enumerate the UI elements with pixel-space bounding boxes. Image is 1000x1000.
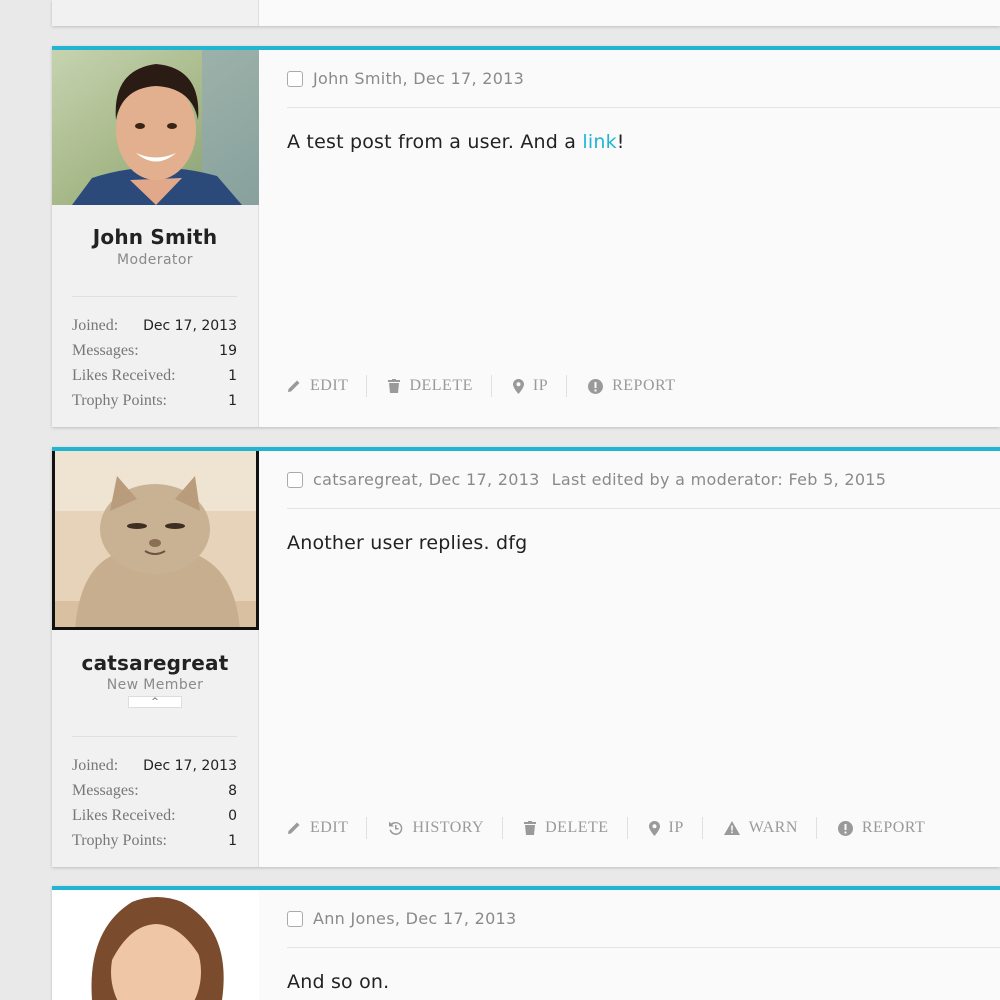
message-content: catsaregreat, Dec 17, 2013 Last edited b… (259, 451, 1000, 867)
user-title: Moderator (117, 252, 193, 268)
stat-label: Trophy Points: (72, 831, 167, 849)
map-marker-icon (648, 820, 660, 836)
post-author-date[interactable]: catsaregreat, Dec 17, 2013 (313, 470, 540, 489)
history-icon (389, 821, 403, 835)
warning-triangle-icon (723, 821, 740, 835)
user-stats: Joined: Dec 17, 2013 Messages: 19 Likes … (72, 296, 237, 413)
stat-likes: Likes Received: 0 (72, 803, 237, 828)
alert-circle-icon (837, 820, 853, 836)
post-text: A test post from a user. And a (287, 131, 583, 153)
stat-label: Joined: (72, 756, 119, 774)
stat-value: 1 (228, 367, 237, 384)
warn-label: WARN (748, 819, 798, 836)
warn-button[interactable]: WARN (723, 817, 817, 839)
stat-value: 0 (228, 807, 237, 824)
edit-button[interactable]: EDIT (287, 817, 368, 839)
message-content: John Smith, Dec 17, 2013 A test post fro… (259, 50, 1000, 427)
post-body: A test post from a user. And a link! (287, 131, 1000, 153)
message-post: catsaregreat New Member ^ Joined: Dec 17… (52, 447, 1000, 867)
ip-button[interactable]: IP (648, 817, 703, 839)
avatar[interactable] (52, 451, 259, 630)
alert-circle-icon (588, 378, 604, 394)
ip-label: IP (668, 819, 684, 836)
post-text-end: ! (616, 131, 625, 153)
select-post-checkbox[interactable] (287, 471, 303, 488)
previous-post-user-column (52, 0, 259, 26)
stat-messages: Messages: 19 (72, 338, 237, 363)
edit-label: EDIT (310, 819, 349, 836)
post-text: Another user replies. dfg (287, 532, 528, 554)
stat-value: Dec 17, 2013 (143, 317, 237, 334)
delete-button[interactable]: DELETE (388, 375, 492, 397)
user-stats: Joined: Dec 17, 2013 Messages: 8 Likes R… (72, 736, 237, 853)
post-link[interactable]: link (582, 131, 616, 153)
previous-post-stub (52, 0, 1000, 26)
trash-icon (388, 379, 401, 393)
avatar[interactable] (52, 50, 259, 205)
user-info-column: catsaregreat New Member ^ Joined: Dec 17… (52, 451, 259, 867)
post-author-date[interactable]: Ann Jones, Dec 17, 2013 (313, 909, 517, 928)
post-body: And so on. (287, 971, 1000, 993)
stat-value[interactable]: 8 (228, 783, 237, 799)
stat-label: Likes Received: (72, 366, 176, 384)
pencil-icon (288, 822, 300, 834)
stat-trophy-points: Trophy Points: 1 (72, 828, 237, 853)
stat-likes: Likes Received: 1 (72, 363, 237, 388)
stat-value[interactable]: 1 (228, 393, 237, 409)
ip-label: IP (532, 377, 549, 394)
post-meta: Ann Jones, Dec 17, 2013 (287, 890, 1000, 948)
post-body: Another user replies. dfg (287, 532, 1000, 554)
avatar-photo-ann-jones (52, 890, 259, 1000)
stat-label: Messages: (72, 781, 139, 799)
avatar-photo-cat (55, 451, 256, 627)
last-edited-note: Last edited by a moderator: Feb 5, 2015 (551, 470, 887, 489)
delete-label: DELETE (545, 819, 609, 836)
report-label: REPORT (612, 377, 676, 394)
message-post: Ann Jones, Dec 17, 2013 And so on. (52, 886, 1000, 1000)
post-text: And so on. (287, 971, 390, 993)
stat-label: Messages: (72, 341, 139, 359)
post-meta: John Smith, Dec 17, 2013 (287, 50, 1000, 108)
user-info-column (52, 890, 259, 1000)
stat-messages: Messages: 8 (72, 778, 237, 803)
avatar[interactable] (52, 890, 259, 1000)
post-actions: EDIT DELETE IP REPORT (287, 375, 714, 397)
post-meta: catsaregreat, Dec 17, 2013 Last edited b… (287, 451, 1000, 509)
pencil-icon (288, 380, 300, 392)
report-label: REPORT (861, 819, 926, 836)
username[interactable]: John Smith (52, 225, 258, 249)
ip-button[interactable]: IP (512, 375, 568, 397)
delete-button[interactable]: DELETE (524, 817, 628, 839)
stat-joined: Joined: Dec 17, 2013 (72, 753, 237, 778)
stat-value[interactable]: 1 (228, 833, 237, 849)
edit-label: EDIT (310, 377, 349, 394)
message-content: Ann Jones, Dec 17, 2013 And so on. (259, 890, 1000, 1000)
username[interactable]: catsaregreat (52, 651, 258, 675)
stat-label: Likes Received: (72, 806, 176, 824)
trash-icon (524, 821, 537, 835)
stat-value[interactable]: 19 (219, 343, 237, 359)
report-button[interactable]: REPORT (588, 375, 693, 397)
stat-joined: Joined: Dec 17, 2013 (72, 313, 237, 338)
select-post-checkbox[interactable] (287, 70, 303, 87)
stat-label: Trophy Points: (72, 391, 167, 409)
select-post-checkbox[interactable] (287, 910, 303, 927)
delete-label: DELETE (409, 377, 473, 394)
user-title: New Member (106, 677, 204, 693)
stat-label: Joined: (72, 316, 119, 334)
report-button[interactable]: REPORT (837, 817, 943, 839)
avatar-photo-john-smith (52, 50, 259, 205)
edit-button[interactable]: EDIT (287, 375, 368, 397)
post-actions: EDIT HISTORY DELETE IP WARN REPORT (287, 817, 964, 839)
user-badge: ^ (128, 696, 182, 708)
stat-value: Dec 17, 2013 (143, 757, 237, 774)
post-author-date[interactable]: John Smith, Dec 17, 2013 (313, 69, 524, 88)
stat-trophy-points: Trophy Points: 1 (72, 388, 237, 413)
history-label: HISTORY (412, 819, 485, 836)
history-button[interactable]: HISTORY (388, 817, 504, 839)
user-info-column: John Smith Moderator Joined: Dec 17, 201… (52, 50, 259, 427)
message-post: John Smith Moderator Joined: Dec 17, 201… (52, 46, 1000, 427)
map-marker-icon (512, 378, 524, 394)
